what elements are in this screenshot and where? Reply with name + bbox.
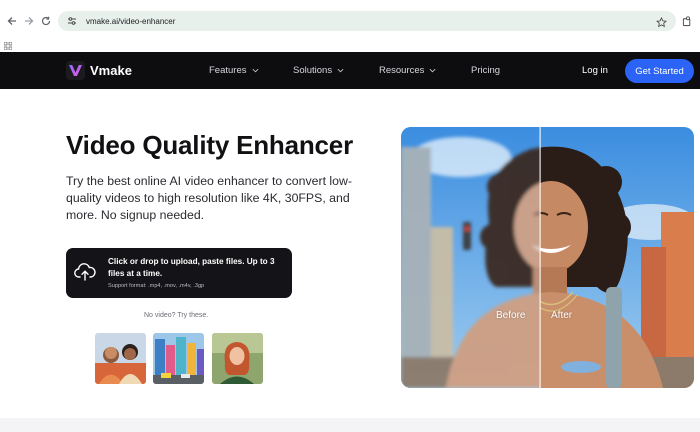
forward-icon[interactable] xyxy=(21,13,37,29)
supported-formats: Support format: .mp4, .mov, .m4v, .3gp xyxy=(108,283,205,289)
nav-features-label: Features xyxy=(209,65,247,76)
nav-pricing-label: Pricing xyxy=(471,65,501,76)
sample-video-thumbnail-3[interactable] xyxy=(212,333,263,384)
extension-icon[interactable] xyxy=(682,14,694,27)
chevron-down-icon xyxy=(429,68,436,73)
brand-name: Vmake xyxy=(90,63,132,78)
url-text[interactable]: vmake.ai/video-enhancer xyxy=(86,17,175,26)
back-icon[interactable] xyxy=(4,13,20,29)
before-label: Before xyxy=(496,310,526,321)
login-link[interactable]: Log in xyxy=(582,65,608,76)
cloud-upload-icon xyxy=(74,262,96,282)
star-icon[interactable] xyxy=(656,15,668,28)
page-title: Video Quality Enhancer xyxy=(66,130,353,160)
sample-videos-label: No video? Try these. xyxy=(144,312,209,319)
nav-solutions-label: Solutions xyxy=(293,65,333,76)
address-bar[interactable]: vmake.ai/video-enhancer xyxy=(58,11,676,31)
chevron-down-icon xyxy=(337,68,344,73)
sample-video-thumbnail-2[interactable] xyxy=(153,333,204,384)
chevron-down-icon xyxy=(252,68,258,73)
get-started-button[interactable]: Get Started xyxy=(625,59,694,83)
apps-grid-icon[interactable] xyxy=(3,37,13,51)
site-settings-icon[interactable] xyxy=(66,15,78,27)
brand-logo[interactable]: Vmake xyxy=(66,61,132,80)
upload-instructions: Click or drop to upload, paste files. Up… xyxy=(108,257,275,278)
nav-solutions[interactable]: Solutions xyxy=(293,65,344,76)
site-header: Vmake Features Solutions Resources Prici… xyxy=(0,52,700,89)
nav-resources-label: Resources xyxy=(379,65,425,76)
before-after-comparison[interactable] xyxy=(401,127,694,388)
nav-pricing[interactable]: Pricing xyxy=(471,65,500,76)
page-bottom-edge xyxy=(0,418,700,432)
sample-video-thumbnail-1[interactable] xyxy=(95,333,146,384)
after-label: After xyxy=(551,310,573,321)
nav-resources[interactable]: Resources xyxy=(379,65,436,76)
nav-features[interactable]: Features xyxy=(209,65,259,76)
reload-icon[interactable] xyxy=(38,13,54,29)
comparison-photo xyxy=(401,127,694,388)
vmake-logo-icon xyxy=(66,61,85,80)
upload-dropzone[interactable]: Click or drop to upload, paste files. Up… xyxy=(66,248,292,298)
browser-chrome: vmake.ai/video-enhancer xyxy=(0,0,700,52)
hero-subtitle: Try the best online AI video enhancer to… xyxy=(66,174,352,222)
